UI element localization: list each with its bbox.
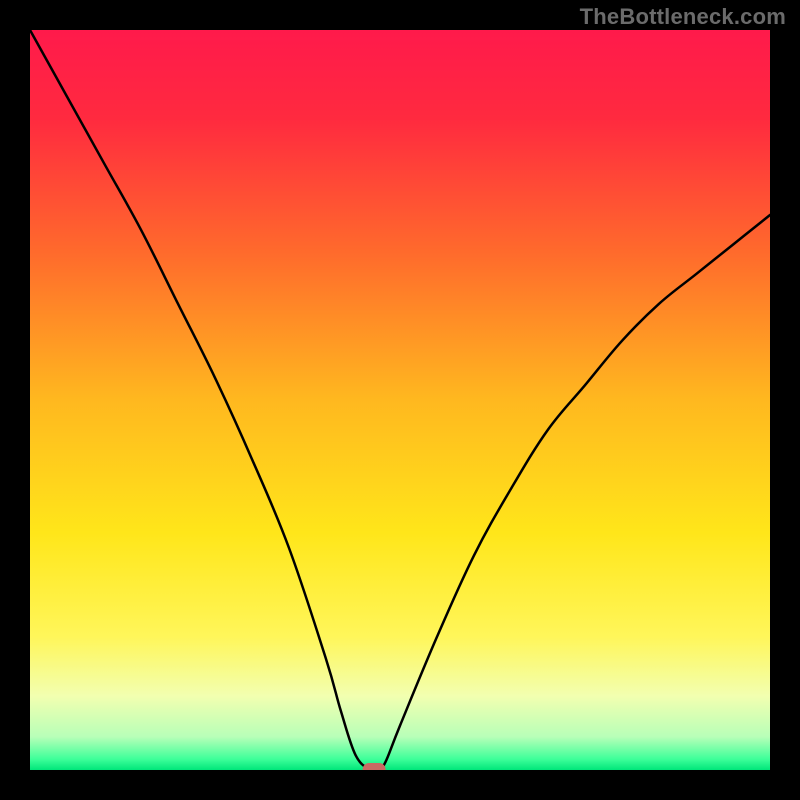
plot-background: [30, 30, 770, 770]
bottleneck-chart: [0, 0, 800, 800]
optimum-marker: [363, 764, 385, 777]
chart-frame: { "watermark": "TheBottleneck.com", "col…: [0, 0, 800, 800]
